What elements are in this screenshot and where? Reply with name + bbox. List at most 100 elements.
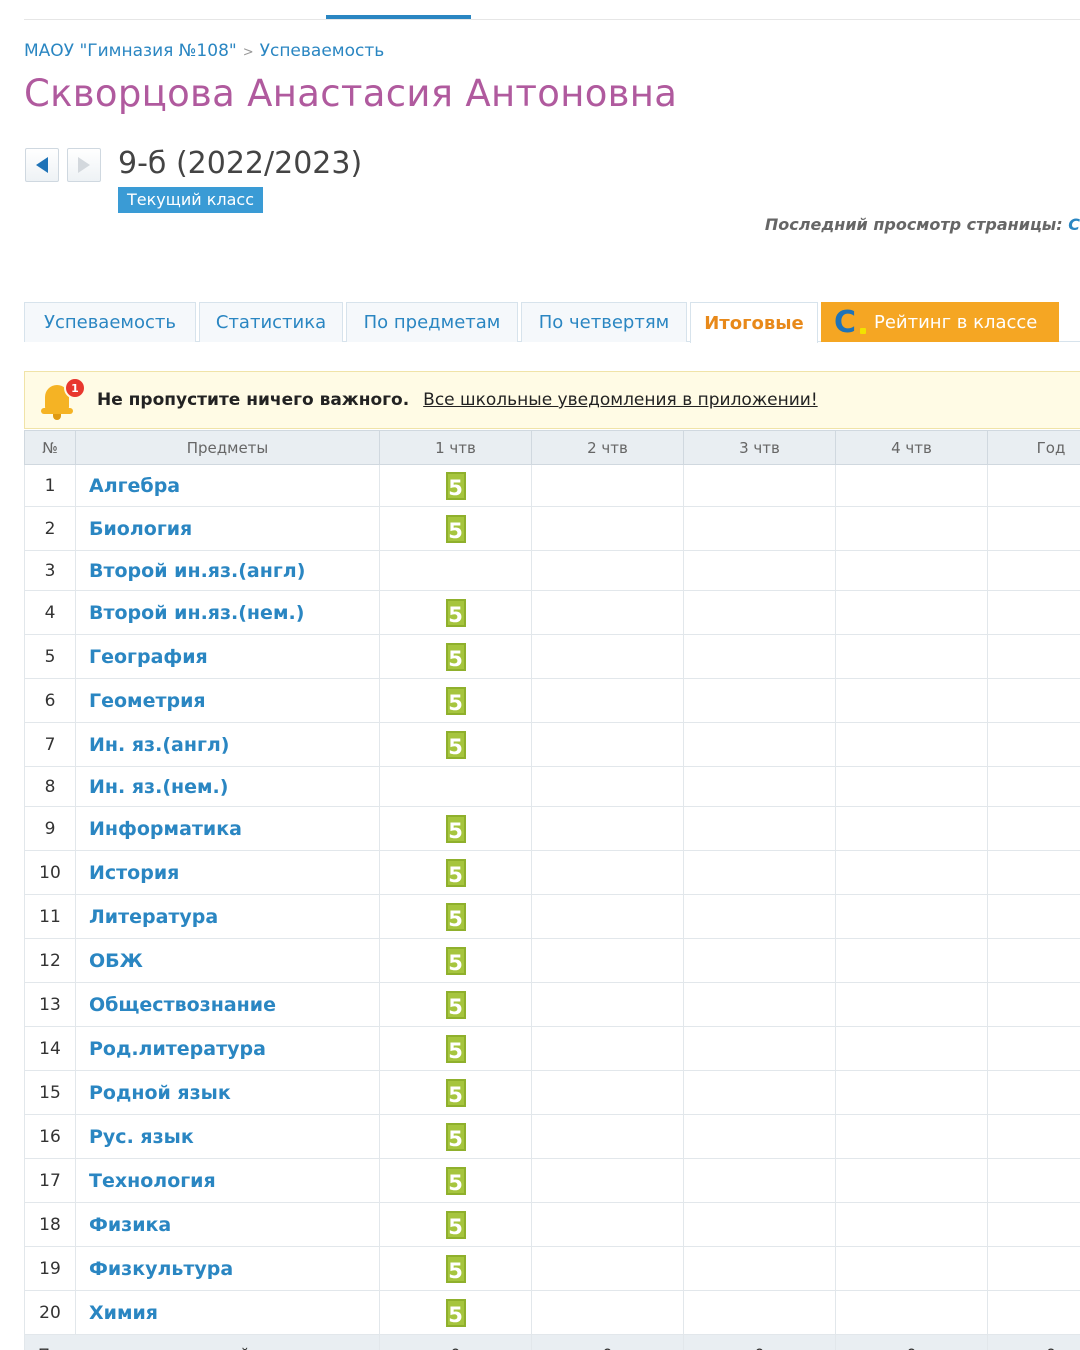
top-nav-active-indicator: [326, 15, 471, 19]
previous-class-button[interactable]: [25, 148, 59, 182]
breadcrumb-school-link[interactable]: МАОУ "Гимназия №108": [24, 41, 237, 61]
grade-cell-q2: [531, 806, 684, 851]
grade-mark[interactable]: 5: [445, 686, 466, 715]
subject-link[interactable]: Химия: [75, 1290, 380, 1335]
grade-cell-q2: [531, 1202, 684, 1247]
grade-mark[interactable]: 5: [445, 642, 466, 671]
tab-statistics[interactable]: Статистика: [199, 302, 343, 342]
grade-mark[interactable]: 5: [445, 1166, 466, 1195]
subject-link[interactable]: Геометрия: [75, 678, 380, 723]
subject-link[interactable]: Технология: [75, 1158, 380, 1203]
grade-cell-q2: [531, 678, 684, 723]
subject-link[interactable]: Рус. язык: [75, 1114, 380, 1159]
grade-cell-q4: [835, 1246, 988, 1291]
grade-mark[interactable]: 5: [445, 902, 466, 931]
grade-cell-q4: [835, 634, 988, 679]
grade-cell-q2: [531, 1114, 684, 1159]
rating-logo-icon: C: [834, 307, 868, 338]
grade-mark[interactable]: 5: [445, 1254, 466, 1283]
row-number: 15: [24, 1070, 76, 1115]
row-number: 10: [24, 850, 76, 895]
row-number: 20: [24, 1290, 76, 1335]
table-row: 7 Ин. яз.(англ) 5: [24, 722, 1080, 767]
subject-link[interactable]: Биология: [75, 506, 380, 551]
grade-mark[interactable]: 5: [445, 514, 466, 543]
tab-performance[interactable]: Успеваемость: [24, 302, 196, 342]
subject-link[interactable]: Ин. яз.(англ): [75, 722, 380, 767]
student-name-title: Скворцова Анастасия Антоновна: [24, 72, 678, 115]
grade-mark[interactable]: 5: [445, 814, 466, 843]
grade-mark[interactable]: 5: [445, 990, 466, 1019]
grade-cell-q2: [531, 1290, 684, 1335]
table-row: 4 Второй ин.яз.(нем.) 5: [24, 590, 1080, 635]
table-row: 19 Физкультура 5: [24, 1246, 1080, 1291]
subject-link[interactable]: Ин. яз.(нем.): [75, 766, 380, 807]
subject-link[interactable]: Алгебра: [75, 464, 380, 507]
grade-mark[interactable]: 5: [445, 946, 466, 975]
table-row: 17 Технология 5: [24, 1158, 1080, 1203]
table-row: 20 Химия 5: [24, 1290, 1080, 1335]
subject-link[interactable]: География: [75, 634, 380, 679]
app-notifications-link[interactable]: Все школьные уведомления в приложении!: [423, 390, 817, 410]
grade-mark[interactable]: 5: [445, 1298, 466, 1327]
grade-cell-q2: [531, 982, 684, 1027]
grade-mark[interactable]: 5: [445, 858, 466, 887]
table-header-row: № Предметы 1 чтв 2 чтв 3 чтв 4 чтв Год: [24, 430, 1080, 465]
grade-cell-q1: 5: [379, 1070, 532, 1115]
grade-cell-q3: [683, 550, 836, 591]
notice-bold-text: Не пропустите ничего важного.: [97, 390, 410, 410]
grade-cell-year: [987, 1114, 1080, 1159]
grade-cell-q3: [683, 894, 836, 939]
grade-mark[interactable]: 5: [445, 471, 466, 500]
tabs-bar: Успеваемость Статистика По предметам По …: [24, 302, 1080, 343]
subject-link[interactable]: Род.литература: [75, 1026, 380, 1071]
table-row: 12 ОБЖ 5: [24, 938, 1080, 983]
subject-link[interactable]: Информатика: [75, 806, 380, 851]
grade-cell-q4: [835, 766, 988, 807]
grade-mark[interactable]: 5: [445, 1210, 466, 1239]
grade-mark[interactable]: 5: [445, 1122, 466, 1151]
grade-mark[interactable]: 5: [445, 730, 466, 759]
subject-link[interactable]: История: [75, 850, 380, 895]
header-quarter-1: 1 чтв: [379, 430, 532, 465]
subject-link[interactable]: Обществознание: [75, 982, 380, 1027]
grade-cell-q2: [531, 938, 684, 983]
tab-by-subjects[interactable]: По предметам: [346, 302, 518, 342]
grade-cell-q3: [683, 464, 836, 507]
missed-days-q1: 0: [379, 1334, 532, 1350]
grade-cell-year: [987, 766, 1080, 807]
next-class-button[interactable]: [67, 148, 101, 182]
missed-days-q4: 0: [835, 1334, 988, 1350]
subject-link[interactable]: ОБЖ: [75, 938, 380, 983]
row-number: 12: [24, 938, 76, 983]
tab-final[interactable]: Итоговые: [690, 302, 818, 343]
grade-cell-q1: [379, 550, 532, 591]
breadcrumb-separator: >: [242, 45, 254, 60]
grade-cell-q1: 5: [379, 678, 532, 723]
class-name: 9-б (2022/2023): [118, 146, 363, 181]
table-row: 5 География 5: [24, 634, 1080, 679]
breadcrumb-current-link[interactable]: Успеваемость: [260, 41, 385, 61]
subject-link[interactable]: Второй ин.яз.(англ): [75, 550, 380, 591]
grade-mark[interactable]: 5: [445, 1034, 466, 1063]
table-row: 1 Алгебра 5: [24, 464, 1080, 507]
grade-cell-year: [987, 1026, 1080, 1071]
grade-cell-q4: [835, 982, 988, 1027]
subject-link[interactable]: Физкультура: [75, 1246, 380, 1291]
subject-link[interactable]: Физика: [75, 1202, 380, 1247]
subject-link[interactable]: Родной язык: [75, 1070, 380, 1115]
last-view-info: Последний просмотр страницы: С: [765, 215, 1080, 234]
grade-mark[interactable]: 5: [445, 1078, 466, 1107]
header-quarter-4: 4 чтв: [835, 430, 988, 465]
grade-cell-q1: 5: [379, 1246, 532, 1291]
grade-cell-year: [987, 464, 1080, 507]
tab-class-rating[interactable]: C Рейтинг в классе: [821, 302, 1059, 342]
tab-by-quarters[interactable]: По четвертям: [521, 302, 687, 342]
grade-mark[interactable]: 5: [445, 598, 466, 627]
grade-cell-year: [987, 722, 1080, 767]
grade-cell-q4: [835, 722, 988, 767]
last-view-value: С: [1068, 215, 1080, 234]
subject-link[interactable]: Второй ин.яз.(нем.): [75, 590, 380, 635]
subject-link[interactable]: Литература: [75, 894, 380, 939]
grade-cell-q4: [835, 938, 988, 983]
